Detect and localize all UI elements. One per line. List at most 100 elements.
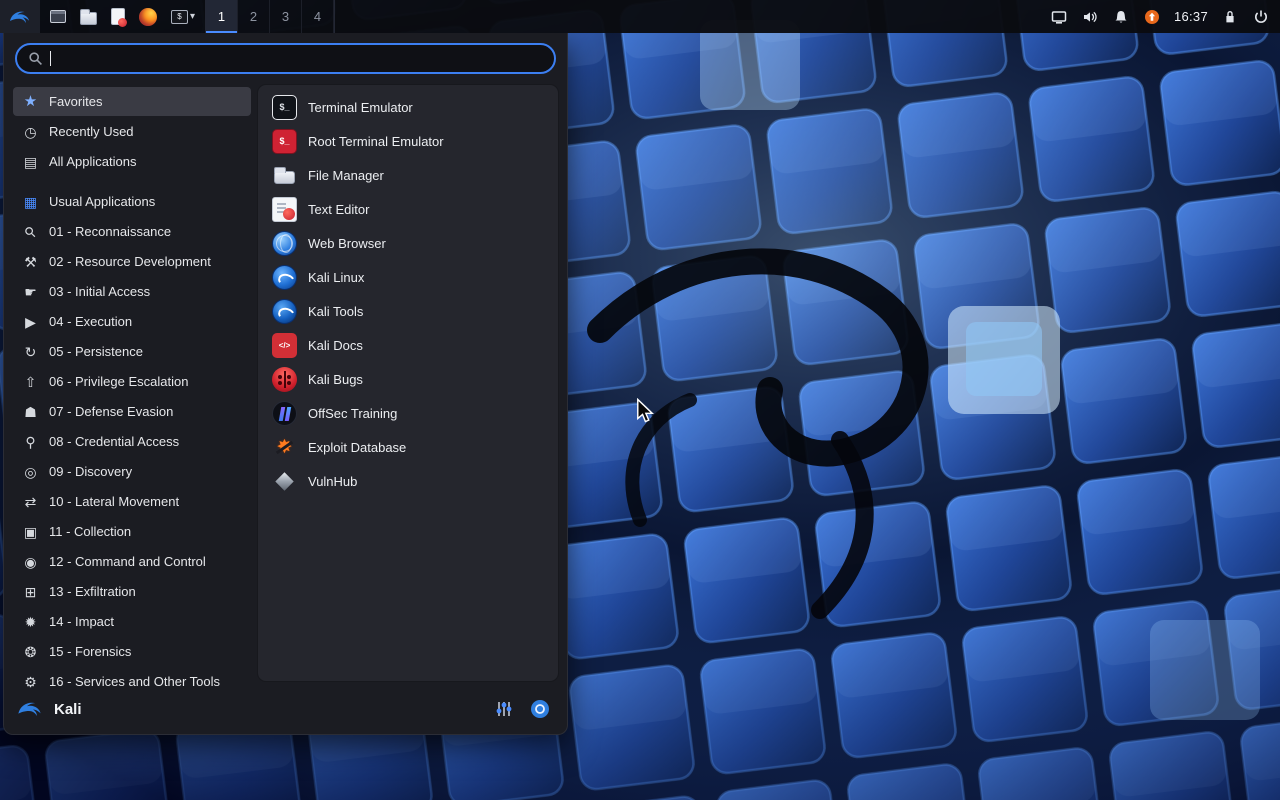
top-panel: ▾ 1 2 3 4 16:37 (0, 0, 1280, 33)
search-input[interactable] (58, 51, 543, 66)
category-label: Recently Used (49, 124, 134, 139)
category-08-credential-access[interactable]: ⚲ 08 - Credential Access (13, 427, 251, 456)
chevron-down-icon: ▾ (190, 11, 196, 22)
category-12-command-and-control[interactable]: ◉ 12 - Command and Control (13, 547, 251, 576)
window-icon (50, 10, 66, 23)
taskbar-firefox-button[interactable] (133, 0, 163, 33)
grid-icon: ▦ (23, 193, 38, 210)
category-13-exfiltration[interactable]: ⊞ 13 - Exfiltration (13, 577, 251, 606)
app-label: Kali Tools (308, 303, 364, 319)
app-offsec-training[interactable]: OffSec Training (262, 396, 554, 430)
app-terminal-emulator[interactable]: Terminal Emulator (262, 90, 554, 124)
category-favorites[interactable]: ★ Favorites (13, 87, 251, 116)
taskbar-text-editor-button[interactable] (105, 0, 131, 33)
category-all-applications[interactable]: ▤ All Applications (13, 147, 251, 176)
kali-menu-icon (9, 11, 30, 23)
app-kali-tools[interactable]: Kali Tools (262, 294, 554, 328)
lock-icon[interactable] (1221, 8, 1239, 26)
user-name: Kali (54, 700, 82, 718)
taskbar-terminal-group-button[interactable]: ▾ (165, 0, 201, 33)
taskbar-file-manager-button[interactable] (74, 0, 103, 33)
category-usual-applications[interactable]: ▦ Usual Applications (13, 187, 251, 216)
text-editor-icon (111, 8, 127, 27)
power-icon[interactable] (1252, 8, 1270, 26)
category-separator (13, 177, 251, 186)
category-03-initial-access[interactable]: ☛ 03 - Initial Access (13, 277, 251, 306)
system-tray: 16:37 (1050, 0, 1280, 33)
category-label: 06 - Privilege Escalation (49, 374, 189, 389)
category-04-execution[interactable]: ▶ 04 - Execution (13, 307, 251, 336)
app-root-terminal-emulator[interactable]: Root Terminal Emulator (262, 124, 554, 158)
app-label: VulnHub (308, 473, 358, 489)
app-text-editor[interactable]: Text Editor (262, 192, 554, 226)
key-icon: ⚲ (25, 433, 36, 450)
file-manager-icon (80, 8, 97, 25)
category-11-collection[interactable]: ▣ 11 - Collection (13, 517, 251, 546)
search-icon (29, 52, 42, 65)
exploit-db-icon (272, 435, 297, 460)
power-circle-icon[interactable] (527, 696, 553, 722)
workspace-2[interactable]: 2 (238, 0, 271, 33)
category-label: 08 - Credential Access (49, 434, 180, 449)
category-recently-used[interactable]: ◷ Recently Used (13, 117, 251, 146)
category-label: 14 - Impact (49, 614, 115, 629)
run-icon: ▶ (25, 313, 36, 330)
toolbox-icon: ⚙ (24, 673, 37, 690)
app-label: File Manager (308, 167, 384, 183)
app-label: OffSec Training (308, 405, 398, 421)
refresh-icon: ↻ (24, 343, 37, 360)
panel-separator (334, 0, 336, 33)
category-06-privilege-escalation[interactable]: ⇧ 06 - Privilege Escalation (13, 367, 251, 396)
workspace-1[interactable]: 1 (206, 0, 239, 33)
category-label: 09 - Discovery (49, 464, 133, 479)
category-label: 03 - Initial Access (49, 284, 151, 299)
kali-bugs-icon (272, 366, 297, 392)
category-label: 07 - Defense Evasion (49, 404, 174, 419)
kali-logo-icon (18, 702, 41, 716)
settings-sliders-icon[interactable] (491, 696, 517, 722)
app-kali-docs[interactable]: Kali Docs (262, 328, 554, 362)
category-label: 10 - Lateral Movement (49, 494, 180, 509)
app-file-manager[interactable]: File Manager (262, 158, 554, 192)
category-05-persistence[interactable]: ↻ 05 - Persistence (13, 337, 251, 366)
fingerprint-icon: ❂ (24, 643, 37, 660)
category-label: 01 - Reconnaissance (49, 224, 172, 239)
category-07-defense-evasion[interactable]: ☗ 07 - Defense Evasion (13, 397, 251, 426)
workspace-4[interactable]: 4 (302, 0, 335, 33)
category-01-reconnaissance[interactable]: ⚲ 01 - Reconnaissance (13, 217, 251, 246)
app-label: Text Editor (308, 201, 370, 217)
search-box[interactable] (15, 43, 556, 74)
workspace-3[interactable]: 3 (270, 0, 303, 33)
category-label: 05 - Persistence (49, 344, 143, 359)
export-icon: ⊞ (24, 583, 37, 600)
category-15-forensics[interactable]: ❂ 15 - Forensics (13, 637, 251, 666)
star-icon: ★ (23, 93, 38, 110)
clock-icon: ◷ (24, 123, 37, 140)
app-label: Root Terminal Emulator (308, 133, 444, 149)
web-browser-icon (272, 230, 297, 256)
app-web-browser[interactable]: Web Browser (262, 226, 554, 260)
taskbar-window-button[interactable] (44, 0, 72, 33)
category-02-resource-development[interactable]: ⚒ 02 - Resource Development (13, 247, 251, 276)
app-kali-bugs[interactable]: Kali Bugs (262, 362, 554, 396)
notifications-icon[interactable] (1112, 8, 1130, 26)
terminal-icon (272, 94, 297, 120)
applications-menu-button[interactable] (0, 0, 40, 33)
kali-linux-icon (272, 264, 297, 290)
app-vulnhub[interactable]: VulnHub (262, 464, 554, 498)
favorites-app-list: Terminal Emulator Root Terminal Emulator… (257, 84, 559, 682)
root-terminal-icon (272, 128, 297, 154)
whisker-menu: ★ Favorites ◷ Recently Used ▤ All Applic… (3, 33, 568, 735)
panel-clock[interactable]: 16:37 (1174, 9, 1208, 24)
updates-icon[interactable] (1143, 8, 1161, 26)
category-09-discovery[interactable]: ◎ 09 - Discovery (13, 457, 251, 486)
category-10-lateral-movement[interactable]: ⇄ 10 - Lateral Movement (13, 487, 251, 516)
app-exploit-database[interactable]: Exploit Database (262, 430, 554, 464)
workspace-switcher: 1 2 3 4 (206, 0, 335, 33)
category-14-impact[interactable]: ✹ 14 - Impact (13, 607, 251, 636)
volume-icon[interactable] (1081, 8, 1099, 26)
firefox-icon (139, 7, 157, 26)
kali-docs-icon (272, 332, 297, 358)
app-kali-linux[interactable]: Kali Linux (262, 260, 554, 294)
display-icon[interactable] (1050, 8, 1068, 26)
